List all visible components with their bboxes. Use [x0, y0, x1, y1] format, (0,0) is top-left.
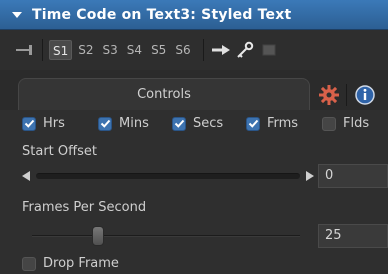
slot-s3[interactable]: S3 [100, 40, 121, 60]
checkbox-checked-icon[interactable] [246, 116, 260, 131]
start-offset-scroller[interactable] [22, 169, 314, 183]
slot-s5[interactable]: S5 [148, 40, 169, 60]
start-offset-track[interactable] [36, 173, 300, 179]
fps-label: Frames Per Second [22, 200, 147, 215]
tool-header[interactable]: Time Code on Text3: Styled Text [0, 0, 388, 30]
checkbox-unchecked-icon[interactable] [322, 116, 336, 131]
checkbox-mins[interactable]: Mins [98, 116, 149, 131]
pin-icon[interactable] [14, 39, 36, 61]
info-icon[interactable] [352, 82, 378, 108]
disabled-square-icon[interactable] [258, 39, 280, 61]
fps-slider[interactable] [22, 226, 310, 246]
slot-s1[interactable]: S1 [49, 40, 73, 60]
tab-row: Controls [0, 74, 388, 110]
slot-s4[interactable]: S4 [124, 40, 145, 60]
toolbar-separator [202, 39, 204, 61]
checkbox-checked-icon[interactable] [172, 116, 186, 131]
slot-s6[interactable]: S6 [172, 40, 193, 60]
start-offset-field[interactable]: 0 [318, 164, 388, 188]
fps-slider-thumb[interactable] [92, 226, 104, 246]
checkbox-checked-icon[interactable] [22, 116, 36, 131]
tool-toolbar: S1 S2 S3 S4 S5 S6 [0, 30, 388, 70]
checkbox-secs-label: Secs [193, 116, 224, 131]
checkbox-unchecked-icon[interactable] [22, 256, 36, 271]
checkbox-drop-frame[interactable]: Drop Frame [22, 256, 119, 271]
checkbox-hrs-label: Hrs [43, 116, 65, 131]
tool-title: Time Code on Text3: Styled Text [32, 6, 292, 23]
arrow-right-icon[interactable] [306, 171, 314, 181]
slot-s2[interactable]: S2 [75, 40, 96, 60]
collapse-triangle-icon[interactable] [12, 11, 22, 18]
toolbar-separator [42, 39, 43, 61]
fps-slider-track[interactable] [32, 235, 300, 237]
checkbox-secs[interactable]: Secs [172, 116, 223, 131]
tab-controls-label: Controls [137, 87, 191, 102]
fps-field[interactable]: 25 [318, 224, 388, 248]
key-icon[interactable] [234, 39, 256, 61]
tab-controls[interactable]: Controls [18, 78, 310, 110]
checkbox-checked-icon[interactable] [98, 116, 112, 131]
drop-frame-label: Drop Frame [43, 256, 119, 271]
checkbox-frms-label: Frms [267, 116, 299, 131]
timecode-checkbox-row: Hrs Mins Secs Frms Flds [0, 116, 388, 136]
gear-icon[interactable] [316, 82, 342, 108]
tab-divider [346, 84, 347, 106]
arrow-right-icon[interactable] [210, 39, 232, 61]
checkbox-flds-label: Flds [343, 116, 370, 131]
checkbox-mins-label: Mins [119, 116, 149, 131]
start-offset-label: Start Offset [22, 144, 97, 159]
arrow-left-icon[interactable] [22, 171, 30, 181]
checkbox-flds[interactable]: Flds [322, 116, 369, 131]
checkbox-hrs[interactable]: Hrs [22, 116, 65, 131]
controls-panel: Hrs Mins Secs Frms Flds Start Offset 0 F… [0, 110, 388, 274]
checkbox-frms[interactable]: Frms [246, 116, 298, 131]
